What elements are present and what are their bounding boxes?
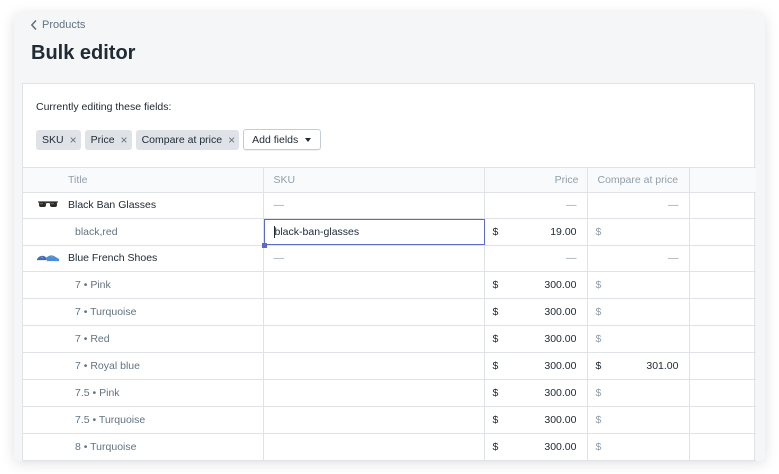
sku-cell[interactable] [263, 352, 485, 380]
currency-symbol: $ [595, 225, 602, 238]
sunglasses-icon [36, 197, 60, 213]
bulk-edit-grid: Title SKU Price Compare at price Black B… [23, 167, 756, 461]
price-cell[interactable]: $300.00 [484, 433, 588, 461]
remove-chip-icon[interactable]: × [228, 134, 235, 146]
column-header-sku: SKU [263, 168, 485, 193]
sku-cell[interactable] [263, 298, 485, 326]
remove-chip-icon[interactable]: × [121, 134, 128, 146]
price-cell[interactable]: $300.00 [484, 379, 588, 407]
column-header-empty [689, 168, 756, 193]
fill-handle[interactable] [261, 242, 267, 248]
sku-input[interactable]: black-ban-glasses [263, 218, 485, 245]
empty-cell [689, 352, 756, 380]
empty-cell [689, 433, 756, 461]
compare-cell[interactable]: $ [587, 218, 690, 246]
price-cell[interactable]: $19.00 [484, 218, 588, 246]
variant-title: 7.5 • Turquoise [23, 406, 264, 434]
compare-cell[interactable]: — [587, 192, 690, 219]
column-header-title: Title [23, 168, 264, 193]
compare-cell[interactable]: $ [587, 298, 690, 326]
variant-row: 7 • Royal blue $300.00 $301.00 [23, 352, 756, 380]
product-title: Blue French Shoes [68, 252, 158, 264]
remove-chip-icon[interactable]: × [70, 134, 77, 146]
variant-row: 7.5 • Pink $300.00 $ [23, 379, 756, 407]
product-title-cell: Black Ban Glasses [23, 192, 264, 219]
variant-row: 8 • Turquoise $300.00 $ [23, 433, 756, 461]
sku-input-value: black-ban-glasses [274, 225, 360, 238]
price-cell[interactable]: — [484, 192, 588, 219]
column-header-compare-at-price: Compare at price [587, 168, 690, 193]
breadcrumb-label: Products [42, 19, 86, 31]
page-title: Bulk editor [31, 42, 136, 64]
chip-price: Price × [84, 129, 132, 150]
product-row: Black Ban Glasses — — — [23, 192, 756, 219]
variant-row: 7.5 • Turquoise $300.00 $ [23, 406, 756, 434]
variant-title: 7 • Red [23, 325, 264, 353]
variant-title: 8 • Turquoise [23, 433, 264, 461]
compare-cell[interactable]: $ [587, 433, 690, 461]
variant-title: 7.5 • Pink [23, 379, 264, 407]
shoes-icon [36, 250, 60, 266]
chip-label: SKU [42, 133, 64, 146]
sku-cell[interactable] [263, 433, 485, 461]
compare-cell[interactable]: $ [587, 325, 690, 353]
empty-cell [689, 298, 756, 326]
bulk-editor-window: Products Bulk editor Currently editing t… [14, 13, 765, 461]
compare-cell[interactable]: $ [587, 379, 690, 407]
column-header-price: Price [484, 168, 588, 193]
price-value: 19.00 [550, 225, 577, 238]
variant-title: 7 • Pink [23, 271, 264, 299]
empty-cell [689, 406, 756, 434]
sku-cell[interactable] [263, 406, 485, 434]
chip-label: Compare at price [141, 133, 223, 146]
price-cell[interactable]: — [484, 245, 588, 272]
variant-row: 7 • Pink $300.00 $ [23, 271, 756, 299]
product-title-cell: Blue French Shoes [23, 245, 264, 272]
variant-title: 7 • Royal blue [23, 352, 264, 380]
caret-down-icon [305, 137, 312, 142]
price-cell[interactable]: $300.00 [484, 325, 588, 353]
product-title: Black Ban Glasses [68, 199, 157, 211]
empty-cell [689, 271, 756, 299]
sku-cell[interactable] [263, 379, 485, 407]
compare-cell[interactable]: $ [587, 406, 690, 434]
editor-card: Currently editing these fields: SKU × Pr… [22, 83, 756, 461]
chip-sku: SKU × [36, 129, 81, 150]
variant-title: black,red [23, 218, 264, 246]
sku-cell[interactable]: — [263, 192, 485, 219]
price-cell[interactable]: $300.00 [484, 406, 588, 434]
variant-row: black,red black-ban-glasses $19.00 $ [23, 218, 756, 248]
compare-cell[interactable]: — [587, 245, 690, 272]
editing-fields-label: Currently editing these fields: [36, 101, 172, 113]
product-row: Blue French Shoes — — — [23, 245, 756, 272]
empty-cell [689, 245, 756, 272]
compare-cell[interactable]: $ [587, 271, 690, 299]
empty-cell [689, 379, 756, 407]
empty-cell [689, 325, 756, 353]
sku-cell[interactable] [263, 325, 485, 353]
currency-symbol: $ [492, 225, 499, 238]
add-fields-label: Add fields [252, 133, 299, 146]
price-cell[interactable]: $300.00 [484, 298, 588, 326]
empty-cell [689, 218, 756, 246]
variant-title: 7 • Turquoise [23, 298, 264, 326]
empty-cell [689, 192, 756, 219]
breadcrumb-products[interactable]: Products [30, 19, 85, 31]
sku-cell[interactable]: — [263, 245, 485, 272]
field-chips: SKU × Price × Compare at price × Add fie… [36, 129, 322, 150]
sku-cell[interactable] [263, 271, 485, 299]
chip-label: Price [90, 133, 115, 146]
compare-cell[interactable]: $301.00 [587, 352, 690, 380]
chip-compare-at-price: Compare at price × [135, 129, 240, 150]
sku-cell-editing[interactable]: black-ban-glasses [261, 218, 485, 248]
price-cell[interactable]: $300.00 [484, 352, 588, 380]
add-fields-button[interactable]: Add fields [243, 129, 322, 150]
variant-row: 7 • Red $300.00 $ [23, 325, 756, 353]
variant-row: 7 • Turquoise $300.00 $ [23, 298, 756, 326]
chevron-left-icon [31, 20, 37, 30]
price-cell[interactable]: $300.00 [484, 271, 588, 299]
